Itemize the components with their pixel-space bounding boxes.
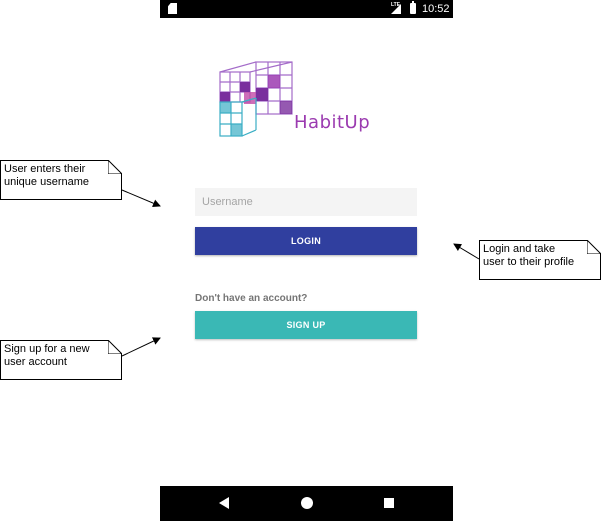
signal-icon bbox=[391, 4, 401, 14]
navigation-bar bbox=[160, 486, 453, 521]
login-arrow bbox=[453, 243, 480, 260]
brand-name: HabitUp bbox=[294, 112, 371, 133]
annotation-line: user account bbox=[4, 356, 67, 368]
home-icon[interactable] bbox=[301, 497, 313, 509]
signup-button[interactable]: SIGN UP bbox=[195, 311, 417, 339]
sd-card-icon bbox=[168, 3, 177, 14]
status-bar: LTE 10:52 bbox=[160, 0, 453, 18]
phone-screen: LTE 10:52 HabitUp Username LOGIN Don't h… bbox=[160, 0, 453, 521]
username-annotation: User enters their unique username bbox=[0, 160, 122, 200]
back-icon[interactable] bbox=[219, 497, 229, 509]
annotation-line: User enters their bbox=[4, 163, 86, 175]
status-time: 10:52 bbox=[422, 3, 450, 15]
annotation-line: user to their profile bbox=[483, 256, 575, 268]
no-account-text: Don't have an account? bbox=[195, 293, 308, 304]
login-annotation: Login and take user to their profile bbox=[479, 240, 601, 280]
username-input[interactable] bbox=[195, 188, 417, 216]
annotation-line: Login and take bbox=[483, 243, 556, 255]
signup-annotation: Sign up for a new user account bbox=[0, 340, 122, 380]
signup-arrow bbox=[121, 337, 161, 357]
login-button[interactable]: LOGIN bbox=[195, 227, 417, 255]
recents-icon[interactable] bbox=[384, 498, 394, 508]
annotation-line: unique username bbox=[4, 176, 90, 188]
battery-charging-icon bbox=[410, 1, 416, 14]
annotation-line: Sign up for a new bbox=[4, 343, 90, 355]
username-arrow bbox=[121, 189, 161, 207]
